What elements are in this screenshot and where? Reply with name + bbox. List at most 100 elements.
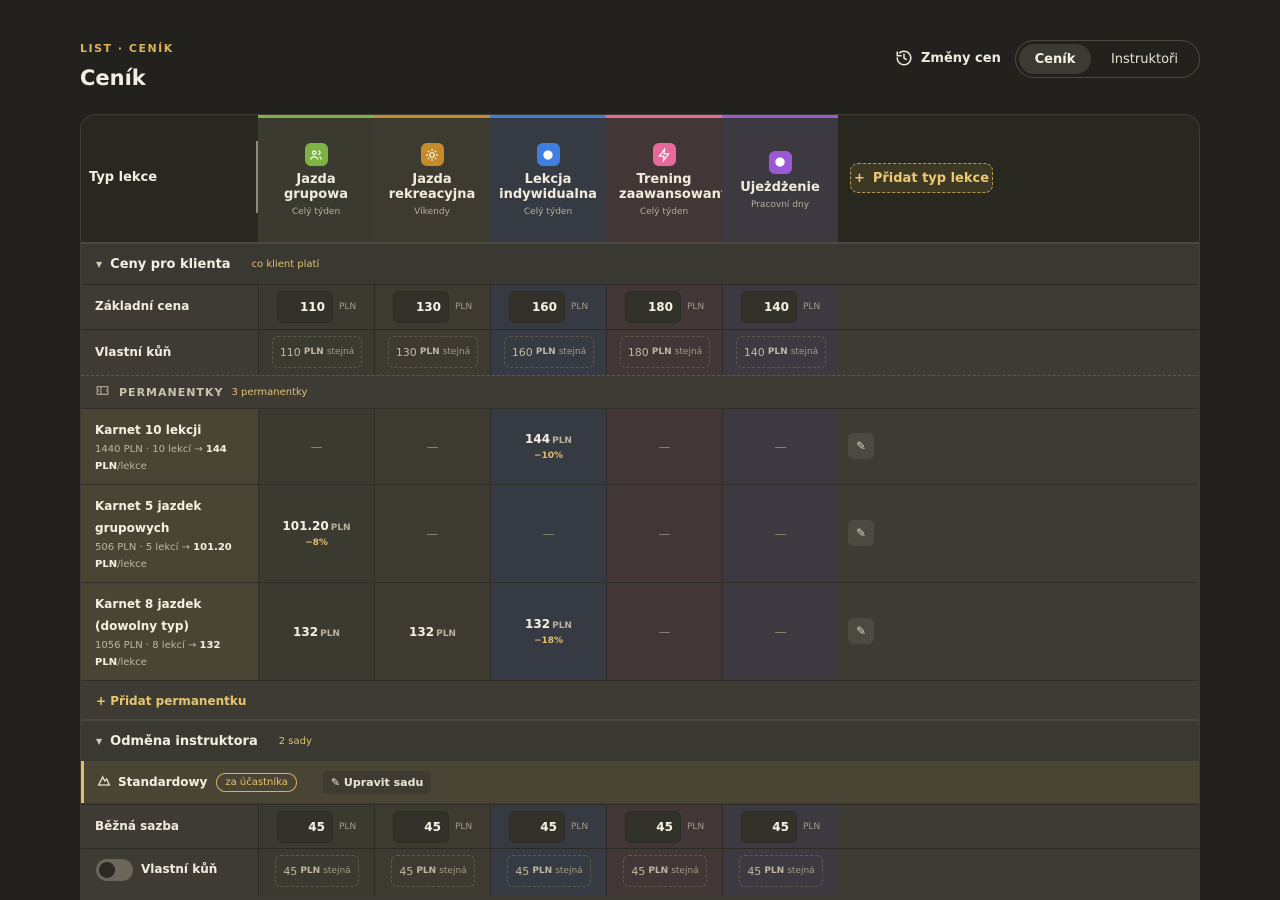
section-client-prices[interactable]: ▼ Ceny pro klienta co klient platí xyxy=(81,242,1199,284)
pass-cell[interactable]: 132 PLN −18% xyxy=(490,583,606,680)
edit-pass-button[interactable]: ✎ xyxy=(848,618,874,644)
pass-name: Karnet 10 lekcji xyxy=(95,423,202,437)
pass-row: Karnet 8 jazdek (dowolny typ) 1056 PLN · … xyxy=(81,582,1199,680)
pass-cell[interactable]: 132 PLN xyxy=(374,583,490,680)
column-header-ujezdzenie[interactable]: Ujeżdżenie Pracovní dny xyxy=(722,115,838,242)
pass-cell[interactable]: 132 PLN xyxy=(258,583,374,680)
add-pass-button[interactable]: + Přidat permanentku xyxy=(81,680,1199,720)
tab-instructors[interactable]: Instruktoři xyxy=(1097,44,1192,74)
set-mode-badge: za účastníka xyxy=(216,772,297,792)
rate-input[interactable]: 45 xyxy=(393,811,449,843)
pass-cell[interactable]: 101.20 PLN −8% xyxy=(258,485,374,582)
currency-label: PLN xyxy=(687,822,705,832)
pass-cell[interactable]: 144 PLN −10% xyxy=(490,409,606,484)
plus-icon: + xyxy=(853,170,865,186)
own-horse-rate[interactable]: 45 PLN stejná xyxy=(623,855,707,887)
edit-set-button[interactable]: ✎ Upravit sadu xyxy=(322,770,432,794)
column-schedule: Víkendy xyxy=(414,207,450,217)
own-horse-toggle[interactable] xyxy=(96,859,133,881)
row-label: Běžná sazba xyxy=(95,819,179,833)
set-icon xyxy=(96,773,112,792)
chevron-down-icon: ▼ xyxy=(96,259,103,269)
column-header-lekcja-indywidualna[interactable]: Lekcja indywidualna Celý týden xyxy=(490,115,606,242)
currency-label: PLN xyxy=(687,302,705,312)
currency-label: PLN xyxy=(571,822,589,832)
pass-cell[interactable]: — xyxy=(722,583,838,680)
pass-cell[interactable]: — xyxy=(722,485,838,582)
group-icon xyxy=(304,143,328,166)
own-horse-price[interactable]: 130 PLN stejná xyxy=(388,336,478,368)
own-horse-rate[interactable]: 45 PLN stejná xyxy=(507,855,591,887)
pencil-icon: ✎ xyxy=(855,439,867,453)
plus-icon: + xyxy=(96,693,111,708)
pass-cell[interactable]: — xyxy=(374,485,490,582)
column-name: Ujeżdżenie xyxy=(740,179,820,195)
own-horse-price[interactable]: 180 PLN stejná xyxy=(620,336,710,368)
rate-input[interactable]: 45 xyxy=(509,811,565,843)
pass-cell[interactable]: — xyxy=(722,409,838,484)
add-pass-label: Přidat permanentku xyxy=(110,693,247,708)
price-changes-label: Změny cen xyxy=(921,50,1001,66)
price-input[interactable]: 110 xyxy=(277,291,333,323)
own-horse-price[interactable]: 140 PLN stejná xyxy=(736,336,826,368)
currency-label: PLN xyxy=(571,302,589,312)
own-horse-price[interactable]: 160 PLN stejná xyxy=(504,336,594,368)
section-note: co klient platí xyxy=(251,258,320,270)
pass-cell[interactable]: — xyxy=(374,409,490,484)
tab-pricelist[interactable]: Ceník xyxy=(1019,44,1091,74)
dot-icon xyxy=(536,143,560,166)
dot-icon xyxy=(768,150,792,174)
column-header-jazda-rekreacyjna[interactable]: Jazda rekreacyjna Víkendy xyxy=(374,115,490,242)
rate-input[interactable]: 45 xyxy=(625,811,681,843)
pencil-icon: ✎ xyxy=(855,624,867,638)
chevron-down-icon: ▼ xyxy=(96,736,103,746)
pass-detail: 506 PLN · 5 lekcí → 101.20 PLN/lekce xyxy=(95,542,232,570)
pass-cell[interactable]: — xyxy=(490,485,606,582)
price-input[interactable]: 180 xyxy=(625,291,681,323)
price-input[interactable]: 130 xyxy=(393,291,449,323)
column-name: Jazda grupowa xyxy=(284,172,348,202)
pricing-table: Typ lekce Jazda grupowa Celý týden Jazda… xyxy=(80,114,1200,900)
edit-pass-button[interactable]: ✎ xyxy=(848,433,874,459)
row-label: Vlastní kůň xyxy=(141,862,218,876)
section-note: 2 sady xyxy=(278,735,312,747)
pass-cell[interactable]: — xyxy=(606,485,722,582)
instructor-rate-row: Běžná sazba 45 PLN 45 PLN 45 PLN 45 PLN 45 PL… xyxy=(81,804,1199,848)
bolt-icon xyxy=(652,143,676,166)
add-lesson-type-button[interactable]: + Přidat typ lekce xyxy=(850,163,993,193)
pass-info: Karnet 5 jazdek grupowych 506 PLN · 5 lek… xyxy=(81,485,258,582)
page-title: Ceník xyxy=(80,66,146,90)
own-horse-rate[interactable]: 45 PLN stejná xyxy=(739,855,823,887)
pass-info: Karnet 8 jazdek (dowolny typ) 1056 PLN · … xyxy=(81,583,258,680)
view-switch: Ceník Instruktoři xyxy=(1015,40,1200,78)
section-instructor-pay[interactable]: ▼ Odměna instruktora 2 sady xyxy=(81,719,1199,761)
pass-detail: 1440 PLN · 10 lekcí → 144 PLN/lekce xyxy=(95,444,227,472)
edit-pass-button[interactable]: ✎ xyxy=(848,520,874,546)
pass-cell[interactable]: — xyxy=(258,409,374,484)
column-schedule: Celý týden xyxy=(291,207,341,217)
own-horse-price[interactable]: 110 PLN stejná xyxy=(272,336,362,368)
row-label: Základní cena xyxy=(95,299,190,313)
rate-set-row: Standardowy za účastníka ✎ Upravit sadu xyxy=(81,761,1199,803)
ticket-icon xyxy=(96,385,109,399)
currency-label: PLN xyxy=(803,822,821,832)
own-horse-rate[interactable]: 45 PLN stejná xyxy=(391,855,475,887)
price-input[interactable]: 160 xyxy=(509,291,565,323)
price-changes-button[interactable]: Změny cen xyxy=(895,49,1001,67)
breadcrumb: LIST · CENÍK xyxy=(80,42,174,55)
currency-label: PLN xyxy=(455,822,473,832)
rate-input[interactable]: 45 xyxy=(741,811,797,843)
pass-name: Karnet 8 jazdek (dowolny typ) xyxy=(95,597,202,633)
lesson-type-label: Typ lekce xyxy=(89,170,158,185)
price-input[interactable]: 140 xyxy=(741,291,797,323)
rate-input[interactable]: 45 xyxy=(277,811,333,843)
own-horse-rate[interactable]: 45 PLN stejná xyxy=(275,855,359,887)
pass-cell[interactable]: — xyxy=(606,583,722,680)
pass-detail: 1056 PLN · 8 lekcí → 132 PLN/lekce xyxy=(95,640,221,668)
column-name: Jazda rekreacyjna xyxy=(388,172,476,202)
table-header: Typ lekce Jazda grupowa Celý týden Jazda… xyxy=(81,115,1199,242)
pass-cell[interactable]: — xyxy=(606,409,722,484)
column-header-trening-zaawansowany[interactable]: Trening zaawansowany Celý týden xyxy=(606,115,729,242)
column-header-jazda-grupowa[interactable]: Jazda grupowa Celý týden xyxy=(258,115,374,242)
instructor-own-horse-row: Vlastní kůň 45 PLN stejná 45 PLN stejná 45 PL… xyxy=(81,848,1199,896)
